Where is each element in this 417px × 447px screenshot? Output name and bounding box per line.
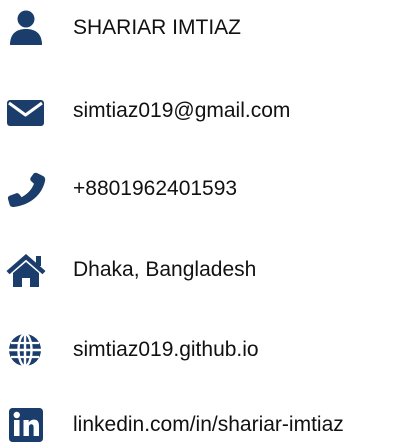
website-link[interactable]: simtiaz019.github.io	[73, 338, 259, 362]
contact-email-row[interactable]: simtiaz019@gmail.com	[0, 91, 417, 131]
linkedin-link[interactable]: linkedin.com/in/shariar-imtiaz	[73, 413, 344, 437]
contact-phone-row[interactable]: +8801962401593	[0, 169, 417, 209]
phone-link[interactable]: +8801962401593	[73, 177, 237, 201]
contact-name-row: SHARIAR IMTIAZ	[0, 8, 417, 48]
home-icon	[6, 252, 46, 288]
contact-list: SHARIAR IMTIAZ simtiaz019@gmail.com +880…	[0, 0, 417, 447]
contact-website-row[interactable]: simtiaz019.github.io	[0, 330, 417, 370]
contact-location-row: Dhaka, Bangladesh	[0, 250, 417, 290]
phone-icon	[6, 171, 46, 207]
contact-name: SHARIAR IMTIAZ	[73, 16, 242, 39]
user-icon	[6, 10, 46, 46]
envelope-icon	[6, 93, 46, 129]
linkedin-icon	[6, 407, 46, 443]
location-text: Dhaka, Bangladesh	[73, 258, 257, 281]
globe-icon	[6, 332, 46, 368]
email-link[interactable]: simtiaz019@gmail.com	[73, 99, 290, 123]
contact-linkedin-row[interactable]: linkedin.com/in/shariar-imtiaz	[0, 405, 417, 445]
